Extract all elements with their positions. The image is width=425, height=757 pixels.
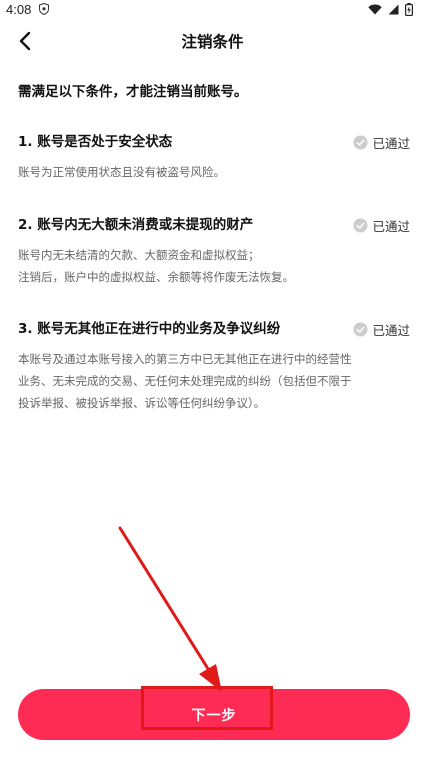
condition-item-2: 2. 账号内无大额未消费或未提现的财产 已通过 账号内无未结清的欠款、大额资金和… [18, 214, 410, 288]
battery-icon [405, 2, 413, 16]
description-line: 本账号及通过本账号接入的第三方中已无其他正在进行中的经营性 [18, 352, 352, 366]
description-line: 账号内无未结清的欠款、大额资金和虚拟权益； [18, 248, 260, 262]
condition-header: 3. 账号无其他正在进行中的业务及争议纠纷 已通过 [18, 318, 410, 340]
status-label: 已通过 [372, 323, 410, 338]
description-line: 注销后，账户中的虚拟权益、余额等将作废无法恢复。 [18, 270, 294, 284]
condition-description: 本账号及通过本账号接入的第三方中已无其他正在进行中的经营性 业务、无未完成的交易… [18, 348, 410, 414]
nav-bar: 注销条件 [0, 18, 425, 64]
account-cancellation-page: 4:08 注销条件 需满足以下条件，才能注销当前账号。 1. 账号是否处于安全状… [0, 0, 425, 757]
description-line: 账号为正常使用状态且没有被盗号风险。 [18, 165, 225, 179]
check-circle-icon [353, 322, 369, 337]
status-icons [368, 2, 413, 16]
condition-status: 已通过 [353, 133, 410, 152]
status-label: 已通过 [372, 136, 410, 151]
condition-item-1: 1. 账号是否处于安全状态 已通过 账号为正常使用状态且没有被盗号风险。 [18, 131, 410, 183]
condition-description: 账号内无未结清的欠款、大额资金和虚拟权益； 注销后，账户中的虚拟权益、余额等将作… [18, 244, 410, 288]
description-line: 业务、无未完成的交易、无任何未处理完成的纠纷（包括但不限于 [18, 374, 352, 388]
condition-title: 3. 账号无其他正在进行中的业务及争议纠纷 [18, 321, 281, 337]
page-title: 注销条件 [181, 33, 244, 51]
wifi-icon [368, 4, 382, 14]
condition-title: 2. 账号内无大额未消费或未提现的财产 [18, 217, 254, 233]
condition-item-3: 3. 账号无其他正在进行中的业务及争议纠纷 已通过 本账号及通过本账号接入的第三… [18, 318, 410, 414]
condition-description: 账号为正常使用状态且没有被盗号风险。 [18, 161, 410, 183]
condition-header: 2. 账号内无大额未消费或未提现的财产 已通过 [18, 214, 410, 236]
intro-text: 需满足以下条件，才能注销当前账号。 [18, 84, 248, 100]
condition-title: 1. 账号是否处于安全状态 [18, 134, 173, 150]
status-time: 4:08 [6, 1, 32, 17]
check-circle-icon [353, 135, 369, 150]
shield-icon [39, 3, 50, 15]
signal-icon [388, 4, 399, 14]
description-line: 投诉举报、被投诉举报、诉讼等任何纠纷争议）。 [18, 396, 266, 410]
status-bar: 4:08 [0, 0, 425, 18]
annotation-highlight-box [141, 686, 273, 730]
check-circle-icon [353, 218, 369, 233]
condition-status: 已通过 [353, 216, 410, 235]
status-label: 已通过 [372, 219, 410, 234]
condition-status: 已通过 [353, 320, 410, 339]
condition-header: 1. 账号是否处于安全状态 已通过 [18, 131, 410, 153]
